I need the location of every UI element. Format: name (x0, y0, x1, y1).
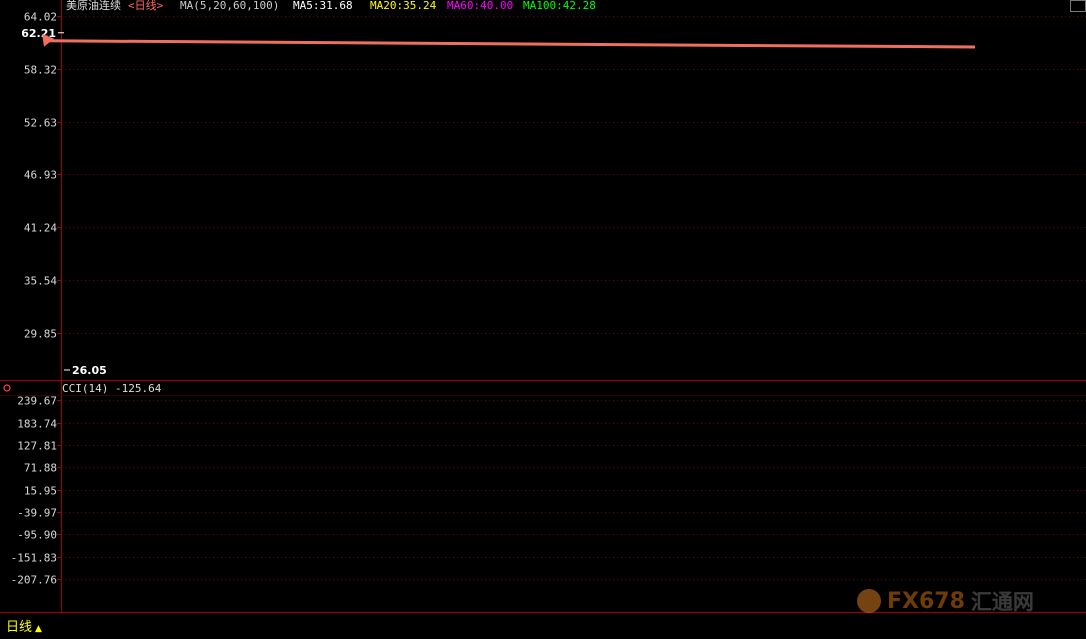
ma20-readout: MA20:35.24 (370, 0, 437, 12)
ma5-readout: MA5:31.68 (293, 0, 353, 12)
watermark-cn: 汇通网 (970, 590, 1034, 614)
watermark: FX678 汇通网 (857, 586, 1034, 616)
watermark-fx: FX678 (887, 588, 965, 614)
ma100-readout: MA100:42.28 (523, 0, 596, 12)
cci-tick-label: 15.95 (24, 485, 57, 498)
cci-tick-label: -39.97 (17, 507, 57, 520)
period-label: <日线> (128, 0, 164, 12)
price-tick-label: 35.54 (24, 275, 57, 288)
ma-params: MA(5,20,60,100) (180, 0, 279, 12)
chart-frame (0, 0, 1086, 613)
red-arrow-icon (47, 39, 976, 49)
cci-tick-label: 127.81 (17, 440, 57, 453)
price-tick-label: 46.93 (24, 169, 57, 182)
price-chart[interactable]: 64.02 58.32 52.63 46.93 41.24 35.54 29.85 239.… (0, 0, 1086, 638)
cci-header: CCI(14) -125.64 (3, 382, 162, 395)
cci-tick-label: -95.90 (17, 529, 57, 542)
low-label: 26.05 (72, 364, 107, 377)
price-annotations: 62.2126.05 (21, 27, 976, 377)
price-tick-label: 29.85 (24, 328, 57, 341)
window-restore-icon[interactable] (1070, 0, 1086, 12)
ma60-readout: MA60:40.00 (447, 0, 513, 12)
period-tab-label: 日线 (6, 620, 33, 635)
cci-tick-label: -151.83 (11, 552, 57, 565)
caret-up-icon: ▲ (35, 624, 42, 634)
cci-grid (57, 400, 1086, 580)
cci-axis-labels: 239.67 183.74 127.81 71.88 15.95 -39.97 -95.90… (11, 395, 58, 587)
price-tick-label: 64.02 (24, 11, 57, 24)
cci-tick-label: 183.74 (17, 418, 57, 431)
price-tick-label: 41.24 (24, 222, 57, 235)
indicator-settings-icon[interactable] (3, 384, 11, 392)
price-tick-label: 52.63 (24, 117, 57, 130)
price-axis-labels: 64.02 58.32 52.63 46.93 41.24 35.54 29.85 (24, 11, 57, 341)
price-tick-label: 58.32 (24, 64, 57, 77)
chart-header: 美原油连续 <日线> MA(5,20,60,100) MA5:31.68 MA2… (66, 0, 596, 12)
instrument-name: 美原油连续 (66, 0, 121, 12)
cci-tick-label: 239.67 (17, 395, 57, 408)
period-tab[interactable]: 日线 ▲ (0, 618, 58, 638)
cci-tick-label: 71.88 (24, 462, 57, 475)
cci-tick-label: -207.76 (11, 574, 57, 587)
cci-label: CCI(14) -125.64 (62, 382, 162, 395)
price-grid (57, 16, 1086, 334)
fx678-logo-icon (857, 589, 881, 613)
